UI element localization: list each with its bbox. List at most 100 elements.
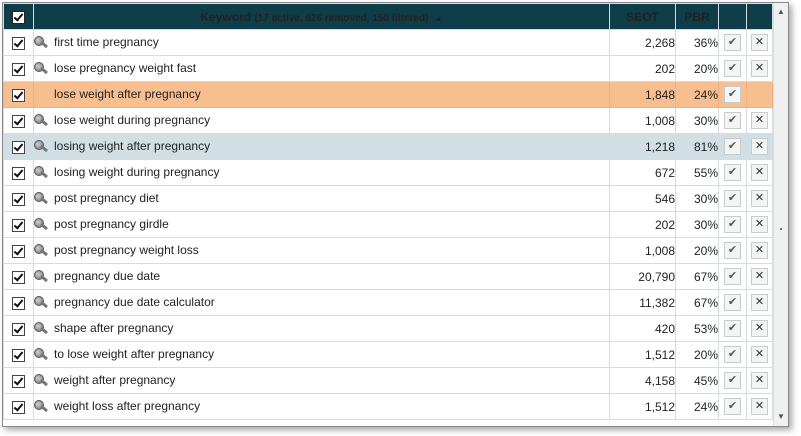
remove-cell[interactable]: ✕ [746, 315, 773, 342]
table-row[interactable]: lose weight during pregnancy 1,008 30% ✔ ✕ [3, 107, 773, 134]
remove-cell[interactable]: ✕ [746, 211, 773, 238]
remove-x-icon[interactable]: ✕ [751, 372, 768, 389]
row-checkbox[interactable] [12, 62, 25, 76]
remove-cell[interactable]: ✕ [746, 289, 773, 316]
row-checkbox[interactable] [12, 88, 25, 102]
remove-cell[interactable]: ✕ [746, 55, 773, 82]
remove-cell[interactable]: ✕ [746, 133, 773, 160]
row-checkbox-cell[interactable] [3, 367, 34, 394]
keyword-cell[interactable]: post pregnancy weight loss [33, 237, 610, 264]
table-row[interactable]: post pregnancy girdle 202 30% ✔ ✕ [3, 211, 773, 238]
table-row[interactable]: lose weight after pregnancy 1,848 24% ✔ [3, 81, 773, 108]
accept-cell[interactable]: ✔ [718, 263, 747, 290]
accept-cell[interactable]: ✔ [718, 185, 747, 212]
row-checkbox[interactable] [12, 218, 25, 232]
remove-cell[interactable]: ✕ [746, 185, 773, 212]
remove-x-icon[interactable]: ✕ [751, 294, 768, 311]
keyword-cell[interactable]: post pregnancy girdle [33, 211, 610, 238]
accept-check-icon[interactable]: ✔ [724, 372, 741, 389]
remove-x-icon[interactable]: ✕ [751, 242, 768, 259]
remove-x-icon[interactable]: ✕ [751, 190, 768, 207]
keyword-cell[interactable]: pregnancy due date calculator [33, 289, 610, 316]
remove-cell[interactable]: ✕ [746, 29, 773, 56]
scroll-up-arrow-icon[interactable]: ▲ [774, 5, 788, 19]
scroll-down-arrow-icon[interactable]: ▼ [774, 410, 788, 424]
remove-cell[interactable]: ✕ [746, 159, 773, 186]
accept-check-icon[interactable]: ✔ [724, 268, 741, 285]
table-row[interactable]: pregnancy due date 20,790 67% ✔ ✕ [3, 263, 773, 290]
accept-cell[interactable]: ✔ [718, 133, 747, 160]
keyword-cell[interactable]: weight after pregnancy [33, 367, 610, 394]
row-checkbox-cell[interactable] [3, 81, 34, 108]
row-checkbox[interactable] [12, 140, 25, 154]
accept-cell[interactable]: ✔ [718, 341, 747, 368]
accept-check-icon[interactable]: ✔ [724, 86, 741, 103]
accept-check-icon[interactable]: ✔ [724, 60, 741, 77]
accept-check-icon[interactable]: ✔ [724, 398, 741, 415]
accept-cell[interactable]: ✔ [718, 81, 747, 108]
row-checkbox[interactable] [12, 192, 25, 206]
keyword-cell[interactable]: lose weight after pregnancy [33, 81, 610, 108]
keyword-cell[interactable]: losing weight after pregnancy [33, 133, 610, 160]
remove-x-icon[interactable]: ✕ [751, 268, 768, 285]
accept-cell[interactable]: ✔ [718, 393, 747, 420]
remove-x-icon[interactable]: ✕ [751, 164, 768, 181]
accept-check-icon[interactable]: ✔ [724, 216, 741, 233]
remove-cell[interactable]: ✕ [746, 107, 773, 134]
remove-x-icon[interactable]: ✕ [751, 216, 768, 233]
accept-check-icon[interactable]: ✔ [724, 190, 741, 207]
accept-check-icon[interactable]: ✔ [724, 164, 741, 181]
row-checkbox[interactable] [12, 166, 25, 180]
row-checkbox-cell[interactable] [3, 341, 34, 368]
row-checkbox-cell[interactable] [3, 211, 34, 238]
row-checkbox[interactable] [12, 296, 25, 310]
row-checkbox-cell[interactable] [3, 185, 34, 212]
accept-cell[interactable]: ✔ [718, 315, 747, 342]
accept-cell[interactable]: ✔ [718, 211, 747, 238]
row-checkbox[interactable] [12, 244, 25, 258]
keyword-cell[interactable]: lose weight during pregnancy [33, 107, 610, 134]
keyword-column-header[interactable]: Keyword (17 active, 626 removed, 158 fil… [33, 3, 610, 30]
table-row[interactable]: first time pregnancy 2,268 36% ✔ ✕ [3, 29, 773, 56]
accept-check-icon[interactable]: ✔ [724, 138, 741, 155]
table-row[interactable]: shape after pregnancy 420 53% ✔ ✕ [3, 315, 773, 342]
accept-cell[interactable]: ✔ [718, 367, 747, 394]
keyword-cell[interactable]: weight loss after pregnancy [33, 393, 610, 420]
table-row[interactable]: post pregnancy diet 546 30% ✔ ✕ [3, 185, 773, 212]
remove-x-icon[interactable]: ✕ [751, 34, 768, 51]
accept-check-icon[interactable]: ✔ [724, 346, 741, 363]
row-checkbox-cell[interactable] [3, 289, 34, 316]
vertical-scrollbar[interactable]: ▲ ▼ [773, 3, 788, 426]
row-checkbox[interactable] [12, 322, 25, 336]
row-checkbox-cell[interactable] [3, 107, 34, 134]
keyword-cell[interactable]: shape after pregnancy [33, 315, 610, 342]
row-checkbox-cell[interactable] [3, 159, 34, 186]
keyword-cell[interactable]: lose pregnancy weight fast [33, 55, 610, 82]
seot-column-header[interactable]: SEOT [609, 3, 676, 30]
accept-check-icon[interactable]: ✔ [724, 112, 741, 129]
remove-x-icon[interactable]: ✕ [751, 60, 768, 77]
row-checkbox-cell[interactable] [3, 315, 34, 342]
keyword-cell[interactable]: first time pregnancy [33, 29, 610, 56]
row-checkbox[interactable] [12, 114, 25, 128]
remove-x-icon[interactable]: ✕ [751, 320, 768, 337]
table-row[interactable]: losing weight after pregnancy 1,218 81% ✔ ✕ [3, 133, 773, 160]
accept-cell[interactable]: ✔ [718, 289, 747, 316]
row-checkbox-cell[interactable] [3, 29, 34, 56]
accept-check-icon[interactable]: ✔ [724, 320, 741, 337]
remove-x-icon[interactable]: ✕ [751, 346, 768, 363]
accept-check-icon[interactable]: ✔ [724, 242, 741, 259]
remove-cell[interactable] [746, 81, 773, 108]
keyword-cell[interactable]: post pregnancy diet [33, 185, 610, 212]
remove-cell[interactable]: ✕ [746, 393, 773, 420]
keyword-cell[interactable]: losing weight during pregnancy [33, 159, 610, 186]
keyword-cell[interactable]: pregnancy due date [33, 263, 610, 290]
row-checkbox-cell[interactable] [3, 55, 34, 82]
row-checkbox-cell[interactable] [3, 133, 34, 160]
table-row[interactable]: losing weight during pregnancy 672 55% ✔ ✕ [3, 159, 773, 186]
row-checkbox-cell[interactable] [3, 393, 34, 420]
select-all-checkbox-cell[interactable] [3, 3, 34, 30]
scrollbar-grip[interactable] [780, 228, 782, 230]
table-row[interactable]: pregnancy due date calculator 11,382 67% ✔ ✕ [3, 289, 773, 316]
accept-cell[interactable]: ✔ [718, 29, 747, 56]
